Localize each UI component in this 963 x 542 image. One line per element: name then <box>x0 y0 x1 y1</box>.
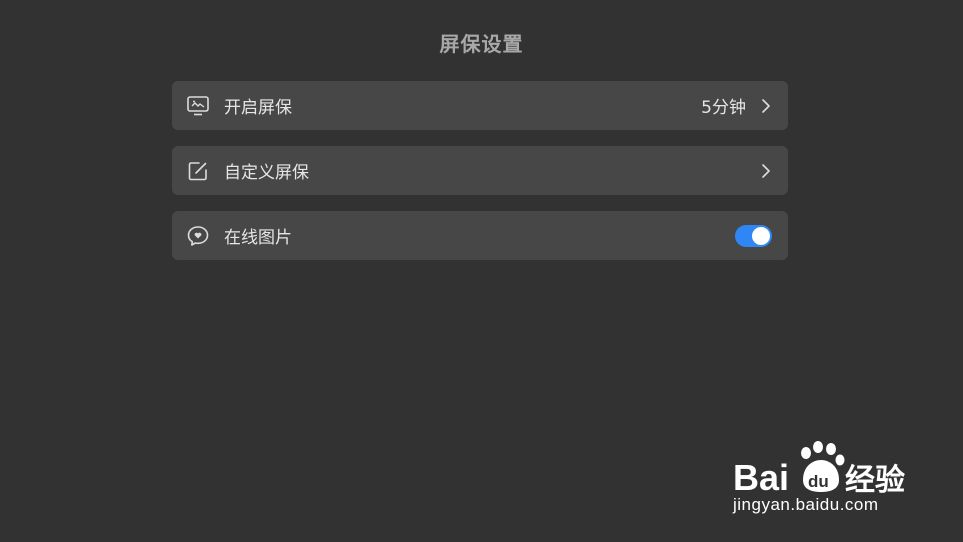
baidu-jingyan-watermark: Bai du 经验 jingyan.baidu.com <box>733 440 913 520</box>
toggle-knob <box>752 226 770 245</box>
svg-text:Bai: Bai <box>733 457 789 495</box>
chat-heart-icon <box>186 224 210 248</box>
chevron-right-icon <box>760 163 772 179</box>
watermark-url: jingyan.baidu.com <box>733 495 879 514</box>
chevron-right-icon <box>760 98 772 114</box>
settings-list: 开启屏保 5分钟 自定义屏保 在线图片 <box>172 81 788 276</box>
setting-row-custom-screensaver[interactable]: 自定义屏保 <box>172 146 788 195</box>
setting-value: 5分钟 <box>701 98 746 118</box>
page-title: 屏保设置 <box>439 32 524 56</box>
screensaver-settings-page: 屏保设置 开启屏保 5分钟 自定义屏保 在线图片 Bai du 经验 jingy… <box>0 0 963 542</box>
baidu-jingyan-logo: Bai du 经验 <box>733 441 905 495</box>
setting-label: 开启屏保 <box>224 98 292 118</box>
svg-text:经验: 经验 <box>845 463 905 495</box>
setting-row-enable-screensaver[interactable]: 开启屏保 5分钟 <box>172 81 788 130</box>
screen-icon <box>186 94 210 118</box>
edit-icon <box>186 159 210 183</box>
setting-label: 自定义屏保 <box>224 163 309 183</box>
svg-text:du: du <box>808 472 829 491</box>
setting-row-online-images[interactable]: 在线图片 <box>172 211 788 260</box>
setting-label: 在线图片 <box>224 228 292 248</box>
online-images-toggle[interactable] <box>735 224 772 247</box>
